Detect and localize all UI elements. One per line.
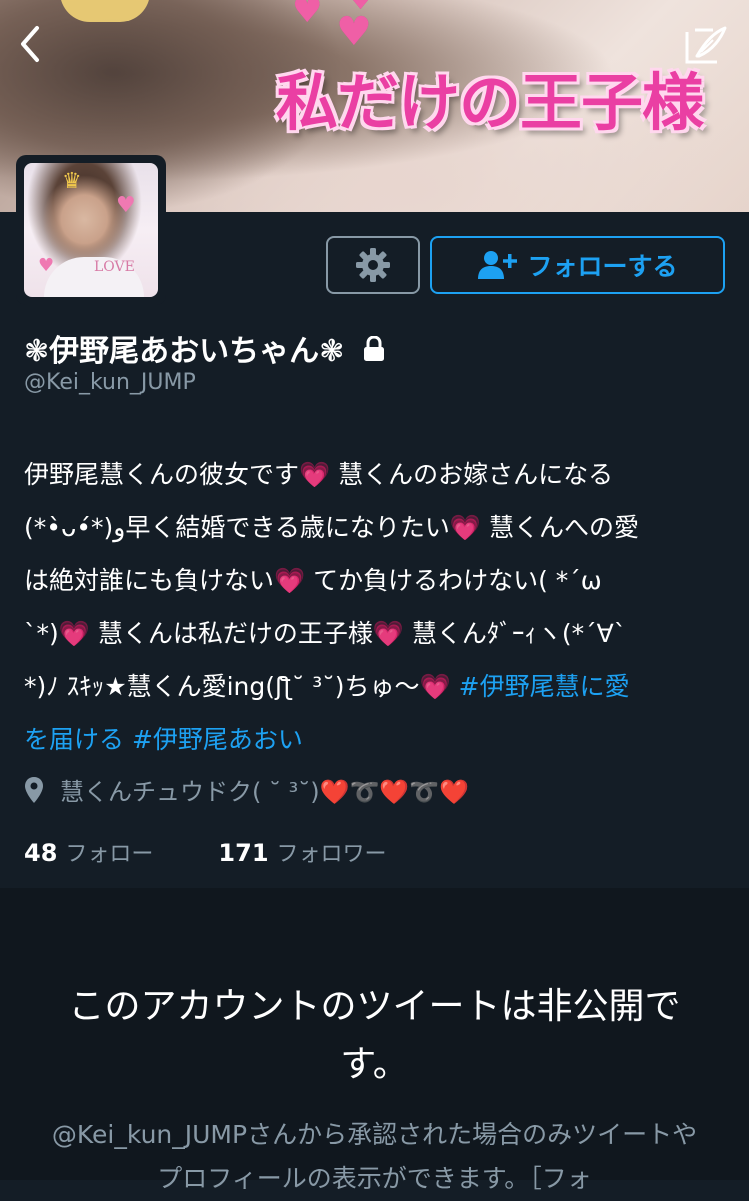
display-name-row: ❃伊野尾あおいちゃん❃	[24, 326, 385, 370]
avatar-decoration-text: LOVE	[94, 259, 135, 275]
compose-tweet-button[interactable]	[683, 24, 729, 66]
gear-icon	[356, 248, 390, 282]
bio-line: (*•̀ᴗ•́*)و早く結婚できる歳になりたい💗 慧くんへの愛	[24, 513, 639, 542]
hashtag-link[interactable]: を届ける	[24, 725, 124, 754]
follow-button[interactable]: フォローする	[430, 236, 725, 294]
following-count: 48	[24, 839, 58, 867]
protected-notice-description: @Kei_kun_JUMPさんから承認された場合のみツイートやプロフィールの表示…	[51, 1120, 698, 1193]
location-text: 慧くんチュウドク( ˘ ³˘)❤️➰❤️➰❤️	[60, 778, 470, 806]
banner-heart-icon: ♥	[336, 9, 372, 55]
bio-line: `*)💗 慧くんは私だけの王子様💗 慧くんﾀﾞｰｨヽ(*´∀`	[24, 619, 627, 648]
hashtag-link[interactable]: #伊野尾あおい	[132, 725, 303, 754]
bio-text: *)ﾉ ｽｷｯ★慧くん愛ing(ʃƪ˘ ³˘)ちゅ～💗	[24, 672, 459, 701]
followers-label: フォロワー	[276, 842, 387, 867]
bio-line: を届ける #伊野尾あおい	[24, 713, 729, 766]
profile-location: 慧くんチュウドク( ˘ ³˘)❤️➰❤️➰❤️	[24, 772, 469, 807]
bio-line: は絶対誰にも負けない💗 てか負けるわけない( *´ω	[24, 566, 602, 595]
bio-line: *)ﾉ ｽｷｯ★慧くん愛ing(ʃƪ˘ ³˘)ちゅ～💗 #伊野尾慧に愛	[24, 660, 729, 713]
follow-stats: 48 フォロー 171 フォロワー	[24, 836, 445, 868]
followers-count: 171	[218, 839, 269, 867]
heart-icon: ♥	[116, 193, 136, 218]
follow-button-label: フォローする	[527, 252, 678, 281]
banner-heart-icon: ♥	[348, 0, 373, 14]
user-handle: @Kei_kun_JUMP	[24, 370, 196, 395]
avatar-frame: ♛ ♥ ♥ LOVE	[16, 155, 166, 305]
avatar[interactable]: ♛ ♥ ♥ LOVE	[24, 163, 158, 297]
lock-icon	[363, 335, 385, 370]
location-pin-icon	[25, 776, 43, 803]
display-name: ❃伊野尾あおいちゃん❃	[24, 334, 345, 369]
bio-line: 伊野尾慧くんの彼女です💗 慧くんのお嫁さんになる	[24, 460, 614, 489]
back-button[interactable]	[8, 20, 52, 68]
following-stat[interactable]: 48 フォロー	[24, 836, 153, 868]
protected-notice-title: このアカウントのツイートは非公開です。	[68, 986, 681, 1085]
add-person-icon	[478, 251, 518, 279]
hashtag-link[interactable]: #伊野尾慧に愛	[459, 672, 630, 701]
banner-heart-icon: ♥	[292, 0, 323, 31]
followers-stat[interactable]: 171 フォロワー	[218, 836, 386, 868]
compose-quill-icon	[685, 26, 727, 64]
chevron-left-icon	[21, 26, 39, 62]
profile-bio: 伊野尾慧くんの彼女です💗 慧くんのお嫁さんになる (*•̀ᴗ•́*)و早く結婚で…	[24, 448, 729, 766]
banner-title-text: 私だけの王子様	[276, 66, 704, 139]
following-label: フォロー	[65, 842, 154, 867]
settings-button[interactable]	[326, 236, 420, 294]
crown-icon: ♛	[62, 169, 82, 194]
